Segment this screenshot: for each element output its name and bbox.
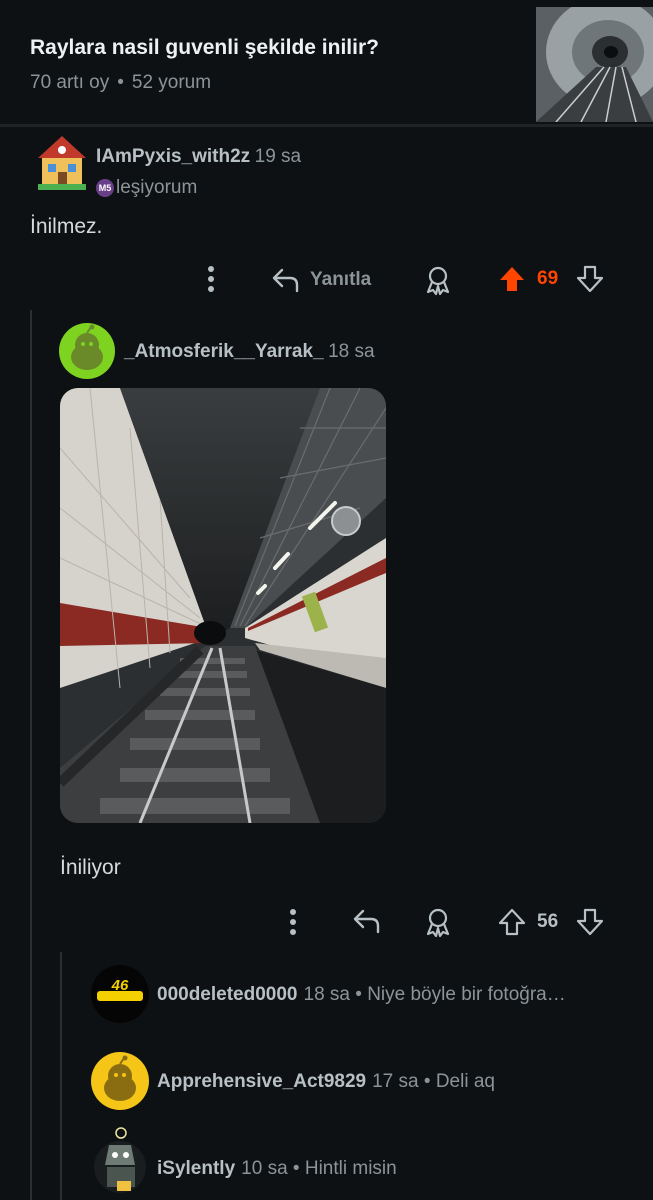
timestamp: 17 sa — [372, 1071, 419, 1092]
timestamp: 18 sa — [303, 984, 350, 1005]
comment-header: IAmPyxis_with2z 19 sa — [96, 146, 301, 168]
comment-body: İnilmez. — [30, 215, 103, 238]
score: 69 — [537, 268, 559, 289]
header-divider — [0, 124, 653, 127]
comment-image[interactable] — [60, 388, 386, 823]
upvote-icon — [498, 908, 526, 936]
reply-arrow-icon — [353, 909, 380, 934]
avatar[interactable] — [34, 128, 90, 192]
separator: • — [355, 984, 362, 1005]
upvote-button[interactable] — [497, 264, 527, 299]
award-button[interactable] — [423, 264, 453, 301]
comment-body: İniliyor — [60, 856, 121, 879]
reply-label: Yanıtla — [310, 269, 372, 290]
reply-arrow-icon — [272, 268, 299, 293]
meta-separator: • — [117, 72, 124, 93]
flair-text: leşiyorum — [116, 177, 198, 198]
more-vertical-icon — [208, 266, 214, 292]
downvote-button[interactable] — [575, 907, 605, 942]
tunnel-thumbnail-image — [536, 7, 653, 122]
reply-preview: Hintli misin — [304, 1158, 397, 1179]
snoo-avatar-icon — [71, 324, 103, 370]
award-icon — [426, 266, 450, 296]
comment-header: _Atmosferik__Yarrak_ 18 sa — [124, 341, 375, 363]
reply-preview: Niye böyle bir fotoğra… — [367, 984, 566, 1005]
username[interactable]: Apprehensive_Act9829 — [157, 1071, 366, 1092]
more-options-button[interactable] — [201, 264, 221, 294]
timestamp: 19 sa — [254, 146, 302, 167]
avatar[interactable]: 46 — [91, 965, 149, 1023]
downvote-button[interactable] — [575, 264, 605, 299]
username[interactable]: _Atmosferik__Yarrak_ — [124, 341, 324, 362]
username[interactable]: 000deleted0000 — [157, 984, 298, 1005]
robot-avatar-icon — [94, 1127, 146, 1193]
username[interactable]: IAmPyxis_with2z — [96, 146, 250, 167]
post-meta: 70 artı oy • 52 yorum — [30, 72, 211, 94]
username[interactable]: iSylently — [157, 1158, 235, 1179]
more-vertical-icon — [290, 909, 296, 935]
score: 56 — [537, 911, 559, 932]
thread-line[interactable] — [60, 952, 62, 1200]
flair-badge: M5 — [96, 179, 114, 197]
list-item[interactable]: 000deleted0000 18 sa • Niye böyle bir fot… — [157, 984, 566, 1006]
post-thumbnail[interactable] — [536, 7, 653, 122]
house-avatar-icon — [38, 136, 86, 190]
list-item[interactable]: Apprehensive_Act9829 17 sa • Deli aq — [157, 1071, 495, 1093]
upvote-filled-icon — [500, 267, 524, 291]
avatar-number: 46 — [111, 977, 129, 994]
award-icon — [426, 908, 450, 938]
separator: • — [423, 1071, 431, 1092]
thread-line[interactable] — [30, 310, 32, 1200]
award-button[interactable] — [423, 906, 453, 943]
avatar[interactable] — [91, 1125, 149, 1195]
list-item[interactable]: iSylently 10 sa • Hintli misin — [157, 1158, 397, 1180]
avatar[interactable] — [59, 323, 115, 379]
avatar[interactable] — [91, 1052, 149, 1110]
downvote-icon — [576, 265, 604, 293]
yellow-46-avatar-icon: 46 — [91, 965, 149, 1023]
separator: • — [292, 1158, 300, 1179]
snoo-avatar-icon — [104, 1055, 136, 1101]
comment-count: 52 yorum — [131, 72, 212, 93]
subway-tunnel-photo — [60, 388, 386, 823]
reply-button[interactable] — [351, 907, 381, 940]
timestamp: 10 sa — [241, 1158, 288, 1179]
reply-button[interactable]: Yanıtla — [270, 264, 371, 296]
post-title[interactable]: Raylara nasil guvenli şekilde inilir? — [30, 36, 379, 60]
timestamp: 18 sa — [328, 341, 375, 362]
downvote-icon — [576, 908, 604, 936]
more-options-button[interactable] — [283, 907, 303, 937]
user-flair: M5 leşiyorum — [96, 177, 197, 199]
reply-preview: Deli aq — [435, 1071, 495, 1092]
upvote-count: 70 artı oy — [30, 72, 110, 93]
upvote-button[interactable] — [497, 907, 527, 942]
